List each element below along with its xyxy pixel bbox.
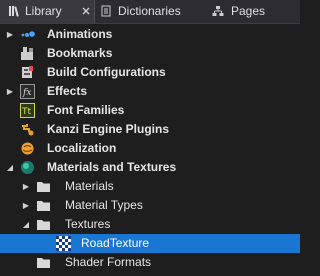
tree-item-materials[interactable]: ▶ Materials <box>0 177 300 196</box>
close-icon[interactable] <box>80 5 92 17</box>
tree-item-label: Kanzi Engine Plugins <box>47 122 170 136</box>
tree-item-label: Bookmarks <box>47 46 113 60</box>
tree-item-shader-formats[interactable]: Shader Formats <box>0 253 300 272</box>
tree-item-effects[interactable]: ▶ fx Effects <box>0 82 300 101</box>
tab-label: Dictionaries <box>118 4 181 18</box>
tree-item-label: Font Families <box>47 103 125 117</box>
tab-dictionaries[interactable]: Dictionaries <box>96 0 202 23</box>
folder-icon <box>36 179 51 194</box>
tree-item-label: Shader Formats <box>65 255 152 269</box>
tab-library[interactable]: Library <box>0 0 95 23</box>
tab-label: Pages <box>231 4 266 18</box>
effects-icon: fx <box>20 84 35 99</box>
collapse-arrow-icon[interactable]: ◢ <box>22 215 30 234</box>
tree-item-label: Build Configurations <box>47 65 166 79</box>
bookmark-icon <box>20 46 35 61</box>
collapse-arrow-icon[interactable]: ◢ <box>6 158 14 177</box>
dictionary-icon <box>100 5 112 17</box>
expand-arrow-icon[interactable]: ▶ <box>6 25 14 44</box>
tree-item-label: Localization <box>47 141 117 155</box>
build-config-icon <box>20 65 35 80</box>
materials-icon <box>20 160 35 175</box>
tree-item-animations[interactable]: ▶ Animations <box>0 25 300 44</box>
plugin-icon <box>20 122 35 137</box>
tree-item-material-types[interactable]: ▶ Material Types <box>0 196 300 215</box>
animation-icon <box>20 27 35 42</box>
svg-text:fx: fx <box>22 88 31 98</box>
folder-icon <box>36 217 51 232</box>
tree-item-label: RoadTexture <box>81 236 150 250</box>
folder-icon <box>36 198 51 213</box>
pages-icon <box>212 5 224 17</box>
tab-label: Library <box>25 4 62 18</box>
expand-arrow-icon[interactable]: ▶ <box>6 82 14 101</box>
library-icon <box>8 5 20 17</box>
tree-item-label: Materials <box>65 179 114 193</box>
expand-arrow-icon[interactable]: ▶ <box>22 196 30 215</box>
expand-arrow-icon[interactable]: ▶ <box>22 177 30 196</box>
tree-item-bookmarks[interactable]: Bookmarks <box>0 44 300 63</box>
tree-item-label: Effects <box>47 84 88 98</box>
texture-icon <box>56 236 71 251</box>
folder-icon <box>36 255 51 270</box>
tree-item-label: Animations <box>47 27 113 41</box>
tree-item-kanzi-engine-plugins[interactable]: Kanzi Engine Plugins <box>0 120 300 139</box>
tree-item-label: Materials and Textures <box>47 160 177 174</box>
localization-icon <box>20 141 35 156</box>
svg-text:Tt: Tt <box>21 107 31 117</box>
library-tree: ▶ Animations Bookmarks Build Configurati… <box>0 23 300 276</box>
tree-item-materials-and-textures[interactable]: ◢ Materials and Textures <box>0 158 300 177</box>
tree-item-label: Textures <box>65 217 111 231</box>
tab-pages[interactable]: Pages <box>210 0 290 23</box>
tree-item-localization[interactable]: Localization <box>0 139 300 158</box>
font-icon: Tt <box>20 103 35 118</box>
tree-item-textures[interactable]: ◢ Textures <box>0 215 300 234</box>
tab-bar: Library Dictionaries Pages <box>0 0 300 24</box>
tree-item-label: Material Types <box>65 198 143 212</box>
tree-item-roadtexture[interactable]: RoadTexture <box>0 234 300 253</box>
tree-item-font-families[interactable]: Tt Font Families <box>0 101 300 120</box>
tree-item-build-configurations[interactable]: Build Configurations <box>0 63 300 82</box>
